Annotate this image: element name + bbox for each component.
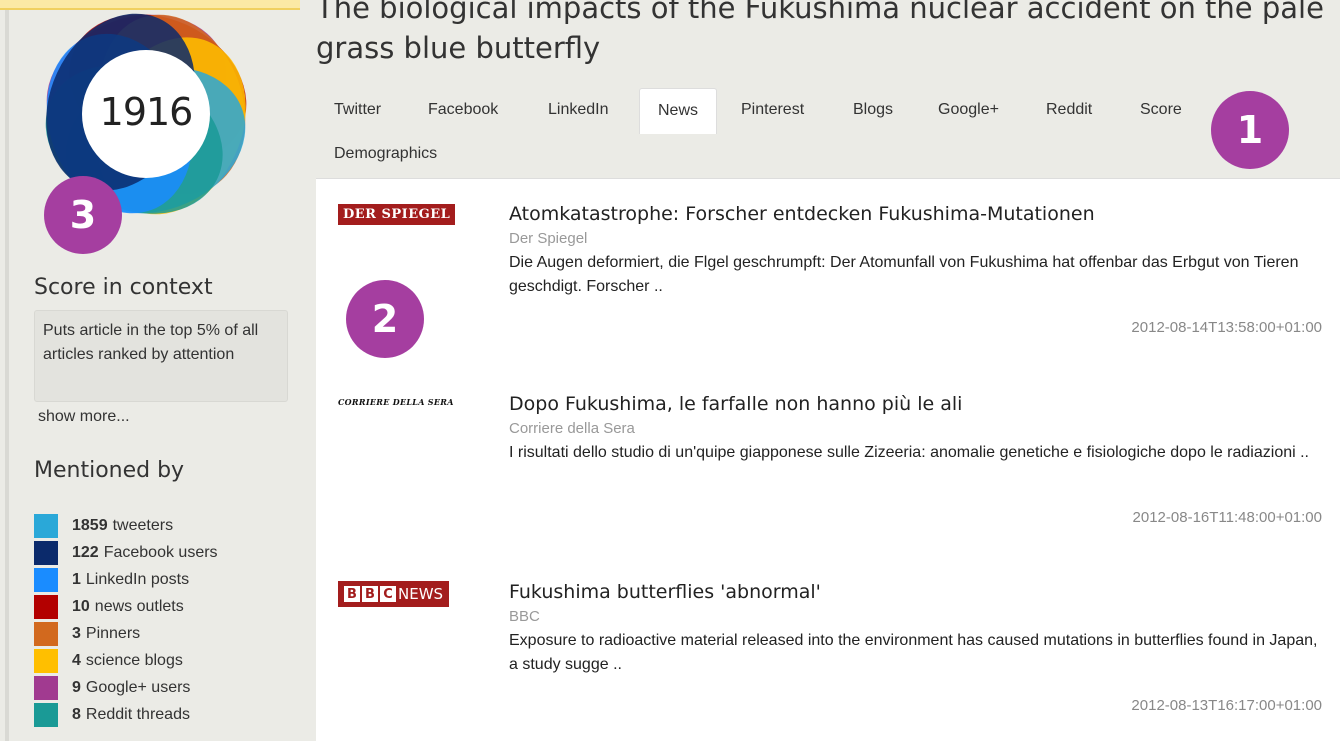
tab-reddit[interactable]: Reddit	[1028, 88, 1110, 132]
news-panel: DER SPIEGEL Atomkatastrophe: Forscher en…	[316, 179, 1340, 741]
news-text: Dopo Fukushima, le farfalle non hanno pi…	[509, 391, 1329, 465]
tab-linkedin[interactable]: LinkedIn	[530, 88, 627, 132]
legend-swatch	[34, 702, 58, 727]
news-source: Der Spiegel	[509, 230, 588, 247]
news-item[interactable]: DER SPIEGEL Atomkatastrophe: Forscher en…	[316, 201, 1340, 351]
mention-row-news[interactable]: 10 news outlets	[34, 593, 218, 620]
news-date: 2012-08-14T13:58:00+01:00	[1131, 319, 1322, 336]
tab-pinterest[interactable]: Pinterest	[723, 88, 822, 132]
news-snippet: I risultati dello studio di un'quipe gia…	[509, 444, 1309, 461]
legend-swatch	[34, 567, 58, 592]
tab-blogs[interactable]: Blogs	[835, 88, 911, 132]
news-title[interactable]: Dopo Fukushima, le farfalle non hanno pi…	[509, 391, 1329, 417]
mention-label: Pinners	[85, 624, 141, 642]
news-title[interactable]: Atomkatastrophe: Forscher entdecken Fuku…	[509, 201, 1329, 227]
attention-score: 1916	[99, 90, 194, 134]
show-more-link[interactable]: show more...	[38, 408, 130, 426]
legend-swatch	[34, 540, 58, 565]
legend-swatch	[34, 513, 58, 538]
callout-badge-2: 2	[346, 280, 424, 358]
mention-count: 3	[72, 624, 81, 642]
mention-count: 9	[72, 678, 81, 696]
bbc-letter: C	[380, 586, 396, 602]
mention-count: 122	[72, 543, 99, 561]
mention-label: news outlets	[94, 597, 184, 615]
mention-label: Google+ users	[85, 678, 191, 696]
callout-badge-3: 3	[44, 176, 122, 254]
callout-badge-1: 1	[1211, 91, 1289, 169]
spiegel-logo: DER SPIEGEL	[338, 204, 456, 225]
news-source: BBC	[509, 608, 540, 625]
mention-count: 10	[72, 597, 90, 615]
news-text: Atomkatastrophe: Forscher entdecken Fuku…	[509, 201, 1329, 299]
bbc-news-word: NEWS	[398, 585, 444, 603]
tab-score[interactable]: Score	[1122, 88, 1200, 132]
news-text: Fukushima butterflies 'abnormal' BBC Exp…	[509, 579, 1329, 677]
mentioned-by-heading: Mentioned by	[34, 458, 185, 483]
news-source: Corriere della Sera	[509, 420, 635, 437]
news-title[interactable]: Fukushima butterflies 'abnormal'	[509, 579, 1329, 605]
mentions-list: 1859 tweeters 122 Facebook users 1 LinkedIn…	[34, 512, 218, 728]
tab-demographics[interactable]: Demographics	[316, 132, 455, 176]
legend-swatch	[34, 648, 58, 673]
news-item[interactable]: CORRIERE DELLA SERA Dopo Fukushima, le f…	[316, 391, 1340, 541]
page-title: The biological impacts of the Fukushima …	[316, 0, 1324, 65]
news-date: 2012-08-16T11:48:00+01:00	[1132, 509, 1322, 526]
mention-row-tweeters[interactable]: 1859 tweeters	[34, 512, 218, 539]
mention-row-pinners[interactable]: 3 Pinners	[34, 620, 218, 647]
tab-twitter[interactable]: Twitter	[316, 88, 399, 132]
mention-row-blogs[interactable]: 4 science blogs	[34, 647, 218, 674]
source-tabs: Twitter Facebook LinkedIn News Pinterest…	[316, 88, 1340, 178]
mention-row-linkedin[interactable]: 1 LinkedIn posts	[34, 566, 218, 593]
mention-label: Facebook users	[103, 543, 218, 561]
bbc-letter: B	[344, 586, 360, 602]
score-context-box: Puts article in the top 5% of all articl…	[34, 310, 288, 402]
news-date: 2012-08-13T16:17:00+01:00	[1131, 697, 1322, 714]
mention-label: tweeters	[112, 516, 174, 534]
bbc-letter: B	[362, 586, 378, 602]
tab-facebook[interactable]: Facebook	[410, 88, 516, 132]
corriere-logo: CORRIERE DELLA SERA	[338, 397, 454, 407]
bbc-news-logo: B B C NEWS	[338, 581, 450, 607]
tab-googleplus[interactable]: Google+	[920, 88, 1017, 132]
mention-count: 1	[72, 570, 81, 588]
sidebar-border	[5, 0, 9, 741]
legend-swatch	[34, 594, 58, 619]
mention-row-facebook[interactable]: 122 Facebook users	[34, 539, 218, 566]
top-tab-strip	[0, 0, 300, 10]
mention-count: 8	[72, 705, 81, 723]
news-snippet: Exposure to radioactive material release…	[509, 632, 1318, 673]
mention-label: LinkedIn posts	[85, 570, 190, 588]
mention-count: 4	[72, 651, 81, 669]
left-sidebar: 1916 Score in context Puts article in th…	[0, 0, 300, 741]
tab-news[interactable]: News	[639, 88, 718, 134]
mention-label: science blogs	[85, 651, 183, 669]
mention-row-reddit[interactable]: 8 Reddit threads	[34, 701, 218, 728]
legend-swatch	[34, 621, 58, 646]
legend-swatch	[34, 675, 58, 700]
mention-count: 1859	[72, 516, 108, 534]
news-item[interactable]: B B C NEWS Fukushima butterflies 'abnormal'…	[316, 579, 1340, 729]
mention-label: Reddit threads	[85, 705, 190, 723]
mention-row-googleplus[interactable]: 9 Google+ users	[34, 674, 218, 701]
news-snippet: Die Augen deformiert, die Flgel geschrum…	[509, 254, 1299, 295]
score-context-heading: Score in context	[34, 275, 213, 300]
